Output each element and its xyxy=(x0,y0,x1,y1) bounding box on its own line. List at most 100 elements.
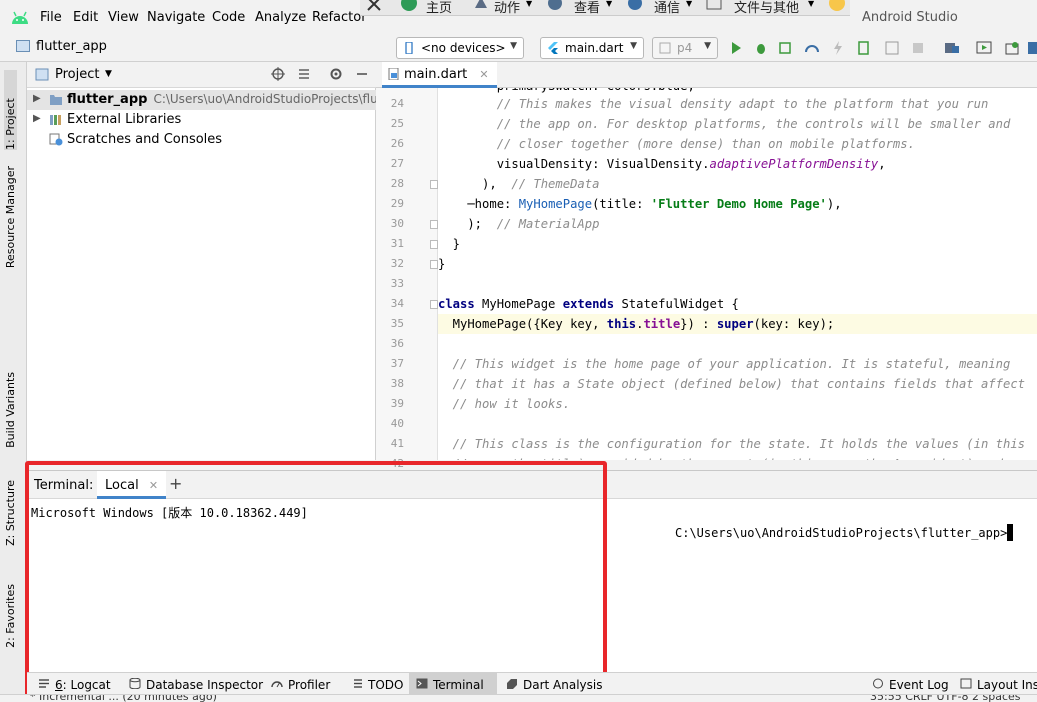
tool-button-profiler[interactable]: Profiler xyxy=(264,673,336,695)
run-coverage-icon[interactable] xyxy=(778,40,794,56)
code-area[interactable]: primarySwatch: Colors.blue, // This make… xyxy=(438,88,1037,460)
tree-item-external-libraries[interactable]: ▶ External Libraries xyxy=(27,110,376,130)
menu-edit[interactable]: Edit xyxy=(73,10,98,25)
close-icon[interactable]: ✕ xyxy=(479,68,488,81)
expand-arrow-icon[interactable]: ▶ xyxy=(33,113,41,124)
gear-icon[interactable] xyxy=(329,67,343,81)
run-icon[interactable] xyxy=(728,40,744,56)
status-position: 35:55 CRLF UTF-8 2 spaces xyxy=(870,694,1021,702)
apply-changes-icon[interactable] xyxy=(884,40,900,56)
tool-button-event-log[interactable]: Event Log xyxy=(865,673,955,695)
line-number: 30 xyxy=(390,217,404,230)
tool-button-layout-inspector[interactable]: Layout Ins xyxy=(953,673,1037,695)
profile-icon[interactable] xyxy=(804,40,820,56)
tree-item-flutter-app[interactable]: ▶ flutter_app C:\Users\uo\AndroidStudioPr… xyxy=(27,90,399,110)
code-line: // This class is the configuration for t… xyxy=(438,437,1025,451)
code-line: // that it has a State object (defined b… xyxy=(438,377,1025,391)
overlay-view[interactable]: 查看 xyxy=(574,0,600,16)
logcat-shortcut: 6 xyxy=(55,678,63,692)
terminal-tab-local[interactable]: Local ✕ xyxy=(97,471,167,499)
stop-icon[interactable] xyxy=(910,40,926,56)
tool-tab-favorites[interactable]: 2: Favorites xyxy=(4,584,17,648)
overlay-communication[interactable]: 通信 xyxy=(654,0,680,16)
device-profile-icon xyxy=(659,42,671,54)
line-number: 39 xyxy=(390,397,404,410)
locate-icon[interactable] xyxy=(271,67,285,81)
breadcrumb-project[interactable]: flutter_app xyxy=(36,39,107,54)
dart-icon xyxy=(507,679,517,689)
terminal-tab-label: Local xyxy=(105,478,139,493)
code-line: } xyxy=(438,257,446,271)
overlay-home[interactable]: 主页 xyxy=(426,0,452,16)
avd-manager-icon[interactable] xyxy=(976,40,992,56)
code-line: visualDensity: VisualDensity.adaptivePla… xyxy=(438,157,886,171)
code-line: class MyHomePage extends StatefulWidget … xyxy=(438,297,739,311)
close-icon[interactable] xyxy=(366,0,382,12)
minimize-icon[interactable] xyxy=(355,67,369,81)
status-message: * Incremental ... (20 minutes ago) xyxy=(30,694,217,702)
overlay-action[interactable]: 动作 xyxy=(494,0,520,16)
line-number: 42 xyxy=(390,457,404,470)
fold-marker-icon[interactable] xyxy=(430,300,438,309)
fold-marker-icon[interactable] xyxy=(430,260,438,269)
expand-arrow-icon[interactable]: ▶ xyxy=(33,93,41,104)
tool-tab-build-variants[interactable]: Build Variants xyxy=(4,372,17,448)
editor-tab-main-dart[interactable]: main.dart ✕ xyxy=(382,62,497,88)
attach-debugger-icon[interactable] xyxy=(856,40,872,56)
tool-button-todo[interactable]: TODO xyxy=(344,673,409,695)
more-icon[interactable] xyxy=(1026,40,1037,56)
emoji-icon[interactable] xyxy=(828,0,846,12)
device-profile-selector[interactable]: p4 ▼ xyxy=(652,37,718,59)
menu-refactor[interactable]: Refactor xyxy=(312,10,367,25)
phone-icon xyxy=(628,0,642,10)
code-line: ─home: MyHomePage(title: 'Flutter Demo H… xyxy=(438,197,842,211)
todo-label: TODO xyxy=(368,678,404,692)
close-icon[interactable]: ✕ xyxy=(149,479,158,492)
line-number: 24 xyxy=(390,97,404,110)
phone-device-icon xyxy=(405,42,413,54)
menu-file[interactable]: File xyxy=(40,10,62,25)
menu-analyze[interactable]: Analyze xyxy=(255,10,306,25)
line-number: 40 xyxy=(390,417,404,430)
code-line: ); // MaterialApp xyxy=(438,217,600,231)
fold-marker-icon[interactable] xyxy=(430,220,438,229)
tool-button-database-inspector[interactable]: Database Inspector xyxy=(122,673,269,695)
gauge-icon xyxy=(271,681,283,688)
tool-tab-project[interactable]: 1: Project xyxy=(4,70,17,150)
code-line: ), // ThemeData xyxy=(438,177,600,191)
hot-reload-icon[interactable] xyxy=(830,40,846,56)
chevron-down-icon[interactable]: ▼ xyxy=(105,69,112,79)
menu-navigate[interactable]: Navigate xyxy=(147,10,205,25)
new-terminal-button[interactable]: + xyxy=(169,474,182,493)
tool-tab-structure[interactable]: Z: Structure xyxy=(4,480,17,546)
device-selector[interactable]: <no devices> ▼ xyxy=(396,37,524,59)
menu-code[interactable]: Code xyxy=(212,10,245,25)
menu-view[interactable]: View xyxy=(108,10,139,25)
floating-toolbar: 主页 动作 ▼ 查看 ▼ 通信 ▼ 文件与其他 ▼ xyxy=(360,0,850,16)
tool-tab-resource-manager[interactable]: Resource Manager xyxy=(4,166,17,268)
tool-button-dart-analysis[interactable]: Dart Analysis xyxy=(499,673,609,695)
profiler-label: Profiler xyxy=(288,678,331,692)
terminal-panel: Terminal: Local ✕ + Microsoft Windows [版… xyxy=(27,470,1037,672)
fold-marker-icon[interactable] xyxy=(430,180,438,189)
line-number: 32 xyxy=(390,257,404,270)
project-view-selector[interactable]: Project xyxy=(55,67,99,82)
code-line: // case the title) provided by the paren… xyxy=(438,454,1037,460)
fold-marker-icon[interactable] xyxy=(430,240,438,249)
terminal-prompt[interactable]: C:\Users\uo\AndroidStudioProjects\flutte… xyxy=(675,524,1014,541)
sync-project-icon[interactable] xyxy=(944,40,960,56)
dart-analysis-label: Dart Analysis xyxy=(523,678,603,692)
list-icon xyxy=(39,679,49,688)
tool-button-logcat[interactable]: 6: Logcat xyxy=(31,673,117,695)
sdk-manager-icon[interactable] xyxy=(1004,40,1020,56)
tool-button-terminal[interactable]: Terminal xyxy=(409,673,497,695)
overlay-files-other[interactable]: 文件与其他 xyxy=(734,0,799,16)
terminal-title: Terminal: xyxy=(34,478,94,493)
run-config-selector[interactable]: main.dart ▼ xyxy=(540,37,644,59)
tree-item-scratches[interactable]: Scratches and Consoles xyxy=(27,130,376,150)
line-number: 36 xyxy=(390,337,404,350)
code-line: // closer together (more dense) than on … xyxy=(438,137,915,151)
android-logo-icon xyxy=(12,11,28,24)
debug-icon[interactable] xyxy=(753,40,769,56)
collapse-all-icon[interactable] xyxy=(297,67,311,81)
